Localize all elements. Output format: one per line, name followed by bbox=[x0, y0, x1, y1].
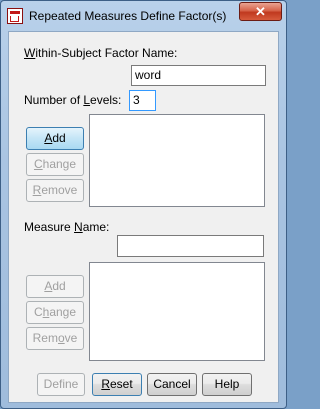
measure-list[interactable] bbox=[89, 262, 265, 361]
help-button[interactable]: Help bbox=[202, 373, 252, 396]
factor-list[interactable] bbox=[89, 114, 265, 207]
close-icon: ✕ bbox=[255, 4, 266, 19]
factor-add-button[interactable]: Add bbox=[26, 127, 84, 150]
levels-label: Number of Levels: bbox=[24, 93, 122, 107]
factor-remove-button[interactable]: Remove bbox=[26, 179, 84, 202]
reset-button[interactable]: Reset bbox=[92, 373, 142, 396]
measure-name-input[interactable] bbox=[117, 235, 264, 257]
app-icon bbox=[7, 8, 23, 24]
factor-change-button[interactable]: Change bbox=[26, 153, 84, 176]
measure-remove-button[interactable]: Remove bbox=[26, 327, 84, 350]
measure-name-label: Measure Name: bbox=[24, 220, 110, 234]
close-button[interactable]: ✕ bbox=[239, 2, 282, 21]
title-bar[interactable]: Repeated Measures Define Factor(s) ✕ bbox=[1, 1, 286, 31]
cancel-button[interactable]: Cancel bbox=[147, 373, 197, 396]
define-button[interactable]: Define bbox=[37, 373, 85, 396]
levels-input[interactable]: 3 bbox=[129, 90, 156, 111]
window-title: Repeated Measures Define Factor(s) bbox=[29, 9, 227, 23]
measure-change-button[interactable]: Change bbox=[26, 301, 84, 324]
dialog-window: Repeated Measures Define Factor(s) ✕ Wit… bbox=[0, 0, 287, 409]
factor-name-label: Within-Subject Factor Name: bbox=[24, 46, 178, 60]
dialog-body: Within-Subject Factor Name: word Number … bbox=[8, 31, 279, 403]
factor-name-input[interactable]: word bbox=[131, 65, 266, 86]
measure-add-button[interactable]: Add bbox=[26, 275, 84, 298]
